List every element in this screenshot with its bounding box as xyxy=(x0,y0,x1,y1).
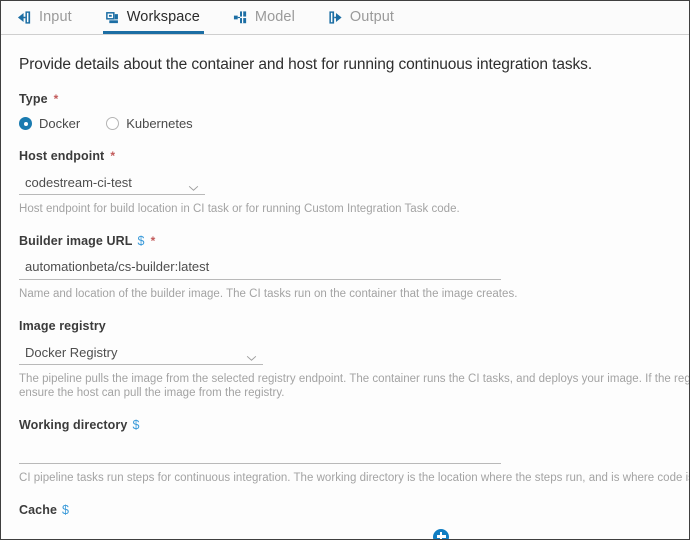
radio-label-docker: Docker xyxy=(39,116,81,131)
field-type-label: Type * xyxy=(19,92,671,107)
host-endpoint-help: Host endpoint for build location in CI t… xyxy=(19,203,460,215)
working-directory-help: CI pipeline tasks run steps for continuo… xyxy=(19,472,690,484)
radio-option-kubernetes[interactable]: Kubernetes xyxy=(106,116,193,131)
variable-token-icon: $ xyxy=(137,234,145,248)
tab-output-label: Output xyxy=(349,8,395,25)
form-content: Provide details about the container and … xyxy=(1,56,690,539)
host-endpoint-select[interactable]: codestream-ci-test xyxy=(19,171,205,195)
page-title: Provide details about the container and … xyxy=(19,56,593,73)
image-registry-help: The pipeline pulls the image from the se… xyxy=(19,373,689,399)
required-indicator: * xyxy=(110,149,116,163)
field-working-directory-label-text: Working directory xyxy=(19,418,128,432)
cache-input[interactable] xyxy=(19,525,419,539)
model-icon xyxy=(233,10,248,25)
builder-image-url-input[interactable] xyxy=(19,256,501,280)
input-arrow-icon xyxy=(17,10,32,25)
ci-workspace-panel: Input Workspace Model Output Provide det… xyxy=(0,0,690,540)
chevron-down-icon xyxy=(246,349,257,361)
tab-input-label: Input xyxy=(39,8,72,25)
field-image-registry-label: Image registry xyxy=(19,319,671,334)
tab-model[interactable]: Model xyxy=(231,1,308,34)
field-image-registry-label-text: Image registry xyxy=(19,319,106,333)
cache-row xyxy=(19,518,671,539)
workspace-icon xyxy=(105,10,120,25)
field-type-label-text: Type xyxy=(19,92,48,106)
host-endpoint-value: codestream-ci-test xyxy=(25,175,132,190)
tab-workspace[interactable]: Workspace xyxy=(102,1,213,34)
field-working-directory-label: Working directory $ xyxy=(19,418,671,433)
tab-model-label: Model xyxy=(254,8,295,25)
field-host-endpoint: Host endpoint * codestream-ci-test Host … xyxy=(19,149,671,216)
radio-label-kubernetes: Kubernetes xyxy=(126,116,193,131)
type-radio-group: Docker Kubernetes xyxy=(19,116,671,131)
tab-workspace-label: Workspace xyxy=(126,8,200,25)
required-indicator: * xyxy=(150,234,156,248)
tab-bar: Input Workspace Model Output xyxy=(1,1,689,35)
variable-token-icon: $ xyxy=(62,503,70,517)
radio-option-docker[interactable]: Docker xyxy=(19,116,80,131)
field-host-endpoint-label-text: Host endpoint xyxy=(19,149,105,163)
field-type: Type * Docker Kubernetes xyxy=(19,92,671,131)
radio-mark-docker xyxy=(19,117,32,130)
tab-output[interactable]: Output xyxy=(326,1,407,34)
variable-token-icon: $ xyxy=(132,418,140,432)
tab-input[interactable]: Input xyxy=(15,1,85,34)
output-arrow-icon xyxy=(328,10,343,25)
field-working-directory: Working directory $ CI pipeline tasks ru… xyxy=(19,418,690,485)
field-builder-image-url: Builder image URL $ * Name and location … xyxy=(19,234,671,301)
field-builder-image-url-label-text: Builder image URL xyxy=(19,234,133,248)
field-cache: Cache $ xyxy=(19,503,671,539)
field-cache-label: Cache $ xyxy=(19,503,671,518)
image-registry-value: Docker Registry xyxy=(25,345,118,360)
working-directory-input[interactable] xyxy=(19,440,501,464)
field-cache-label-text: Cache xyxy=(19,503,58,517)
radio-mark-kubernetes xyxy=(106,117,120,130)
field-host-endpoint-label: Host endpoint * xyxy=(19,149,671,164)
builder-image-url-help: Name and location of the builder image. … xyxy=(19,288,518,300)
field-builder-image-url-label: Builder image URL $ * xyxy=(19,234,671,249)
add-cache-button[interactable] xyxy=(433,528,449,539)
field-image-registry: Image registry Docker Registry The pipel… xyxy=(19,319,689,400)
chevron-down-icon xyxy=(188,179,199,191)
image-registry-select[interactable]: Docker Registry xyxy=(19,341,263,365)
required-indicator: * xyxy=(53,92,59,106)
